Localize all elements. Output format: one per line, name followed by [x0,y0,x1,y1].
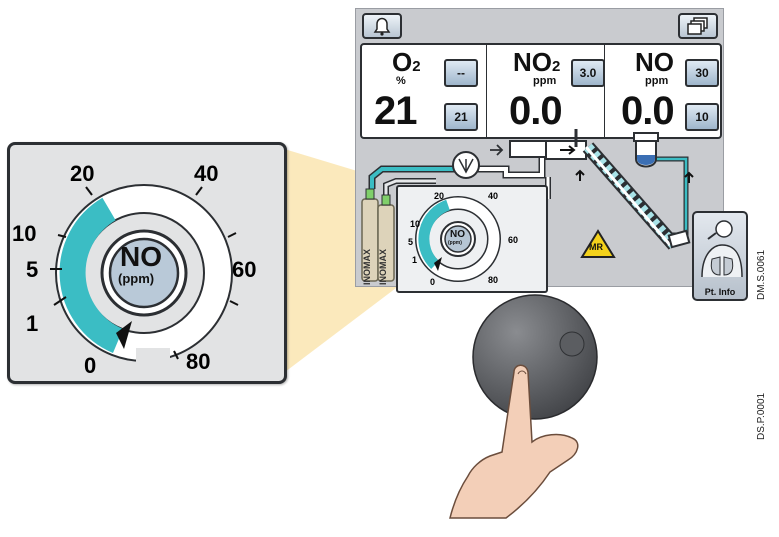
mini-tick-10: 10 [410,219,421,229]
mini-tick-40: 40 [488,191,499,201]
cylinder-label-2: INOMAX [378,249,388,285]
mini-tick-5: 5 [408,237,414,247]
big-dial-label: NO [120,241,162,272]
device-screen: O2 % 21 -- 21 NO2 ppm 0.0 3.0 NO ppm 0.0… [355,8,748,301]
patient-icon [701,220,743,278]
mr-label: MR [589,242,603,252]
big-tick-1: 1 [26,311,39,336]
big-tick-40: 40 [194,161,219,186]
mini-dial-unit: (ppm) [448,240,462,246]
mini-no-dial[interactable]: NO (ppm) 0 1 5 10 20 40 60 80 [396,185,548,293]
cylinder-label-1: INOMAX [362,249,372,285]
control-knob-illustration [449,294,598,519]
big-tick-10: 10 [12,221,37,246]
big-tick-80: 80 [186,349,211,374]
mini-dial-label: NO [450,229,465,240]
zoomed-no-dial: NO (ppm) 0 1 5 10 20 40 60 80 [7,142,287,384]
big-tick-5: 5 [26,257,39,282]
image-code-bottom: DS.P.0001 [756,392,767,440]
image-code-top: DM.S.0061 [756,249,767,300]
mini-tick-80: 80 [488,275,499,285]
patient-info-button[interactable]: Pt. Info [692,211,748,301]
mr-conditional-badge: MR [580,229,616,264]
big-tick-0: 0 [84,353,97,378]
patient-info-label: Pt. Info [704,287,736,297]
mini-dial-graphic [415,196,501,282]
mini-tick-20: 20 [434,191,445,201]
mini-tick-60: 60 [508,235,519,245]
big-dial-unit: (ppm) [118,271,155,286]
cylinder-labels: INOMAX INOMAX [362,235,388,285]
mini-tick-0: 0 [430,277,436,287]
big-tick-20: 20 [70,161,95,186]
big-tick-60: 60 [232,257,257,282]
mini-tick-1: 1 [412,255,418,265]
rotary-knob[interactable] [472,294,598,420]
